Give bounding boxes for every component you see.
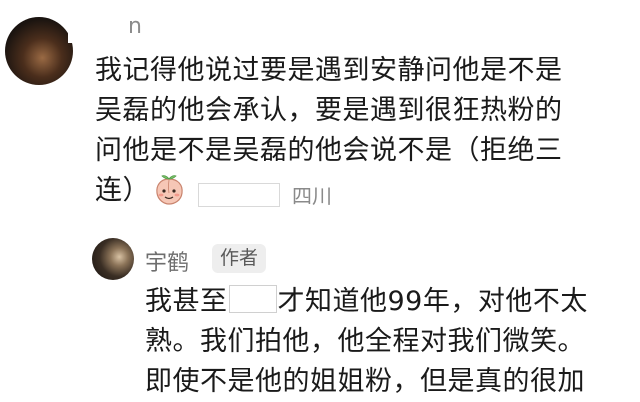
redacted-text xyxy=(228,285,277,313)
username-suffix: n xyxy=(128,14,142,39)
comment-line: 我记得他说过要是遇到安静问他是不是 xyxy=(95,55,563,86)
comment-line: 问他是不是吴磊的他会说不是（拒绝三 xyxy=(95,135,563,166)
author-name[interactable]: 宇鹤 xyxy=(145,245,189,277)
location: 四川 xyxy=(292,184,332,208)
comment-line: 吴磊的他会承认，要是遇到很狂热粉的 xyxy=(95,95,563,126)
reply-text: 我甚至 才知道他99年，对他不太 熟。我们拍他，他全程对我们微笑。 即使不是他的姐… xyxy=(145,282,588,402)
reply-line: 我甚至 才知道他99年，对他不太 xyxy=(145,282,588,322)
peach-face-emoji-icon xyxy=(156,175,183,205)
username-redacted xyxy=(68,13,126,43)
comment-line: 连） xyxy=(95,175,150,206)
commenter-avatar[interactable] xyxy=(5,17,73,85)
reply-line: 即使不是他的姐姐粉，但是真的很加 xyxy=(145,366,585,397)
reply-line-part: 才知道他99年，对他不太 xyxy=(277,286,588,317)
reply-line: 熟。我们拍他，他全程对我们微笑。 xyxy=(145,326,585,357)
reply-line-part: 我甚至 xyxy=(145,286,228,317)
author-badge: 作者 xyxy=(212,244,267,273)
author-avatar[interactable] xyxy=(92,238,134,280)
timestamp-redacted xyxy=(198,183,280,207)
